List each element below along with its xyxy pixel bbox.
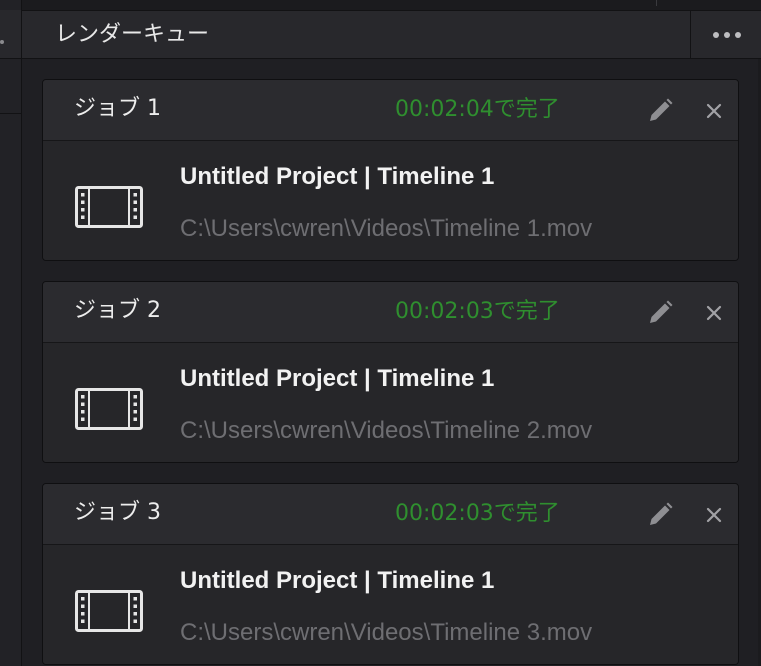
panel-title: レンダーキュー xyxy=(55,22,210,47)
film-icon xyxy=(75,186,143,228)
job-name: ジョブ 3 xyxy=(74,500,161,525)
job-card[interactable]: ジョブ 2 00:02:03で完了 Untitled Project | Tim… xyxy=(42,281,739,463)
job-name: ジョブ 1 xyxy=(74,96,161,121)
job-project-timeline: Untitled Project | Timeline 1 xyxy=(180,163,495,190)
job-card[interactable]: ジョブ 1 00:02:04で完了 Untitled Project | Tim… xyxy=(42,79,739,261)
pencil-icon[interactable] xyxy=(643,498,677,532)
job-status: 00:02:04で完了 xyxy=(395,97,560,122)
job-header: ジョブ 1 00:02:04で完了 xyxy=(43,80,738,141)
adjacent-panel-row xyxy=(0,59,21,114)
job-details: Untitled Project | Timeline 1 C:\Users\c… xyxy=(43,343,738,462)
pencil-icon[interactable] xyxy=(643,296,677,330)
job-header: ジョブ 3 00:02:03で完了 xyxy=(43,484,738,545)
close-icon[interactable] xyxy=(700,94,728,128)
adjacent-panel-menu-dot[interactable] xyxy=(0,40,4,44)
job-list: ジョブ 1 00:02:04で完了 Untitled Project | Tim… xyxy=(42,79,739,666)
adjacent-panel-header xyxy=(0,10,21,59)
job-details: Untitled Project | Timeline 1 C:\Users\c… xyxy=(43,141,738,260)
job-output-path: C:\Users\cwren\Videos\Timeline 1.mov xyxy=(180,215,593,242)
film-icon xyxy=(75,590,143,632)
job-header: ジョブ 2 00:02:03で完了 xyxy=(43,282,738,343)
film-icon xyxy=(75,388,143,430)
render-queue-header: レンダーキュー xyxy=(22,11,761,59)
job-status: 00:02:03で完了 xyxy=(395,501,560,526)
job-status: 00:02:03で完了 xyxy=(395,299,560,324)
job-details: Untitled Project | Timeline 1 C:\Users\c… xyxy=(43,545,738,664)
toolbar-divider xyxy=(656,0,657,6)
top-toolbar-edge xyxy=(22,0,761,11)
pencil-icon[interactable] xyxy=(643,94,677,128)
job-output-path: C:\Users\cwren\Videos\Timeline 2.mov xyxy=(180,417,593,444)
job-project-timeline: Untitled Project | Timeline 1 xyxy=(180,567,495,594)
render-queue-window: レンダーキュー ジョブ 1 00:02:04で完了 Untitled Proje… xyxy=(0,0,761,666)
job-project-timeline: Untitled Project | Timeline 1 xyxy=(180,365,495,392)
close-icon[interactable] xyxy=(700,296,728,330)
more-horizontal-icon[interactable] xyxy=(690,11,761,58)
close-icon[interactable] xyxy=(700,498,728,532)
job-name: ジョブ 2 xyxy=(74,298,161,323)
job-card[interactable]: ジョブ 3 00:02:03で完了 Untitled Project | Tim… xyxy=(42,483,739,665)
job-output-path: C:\Users\cwren\Videos\Timeline 3.mov xyxy=(180,619,593,646)
adjacent-panel-edge xyxy=(0,0,22,666)
